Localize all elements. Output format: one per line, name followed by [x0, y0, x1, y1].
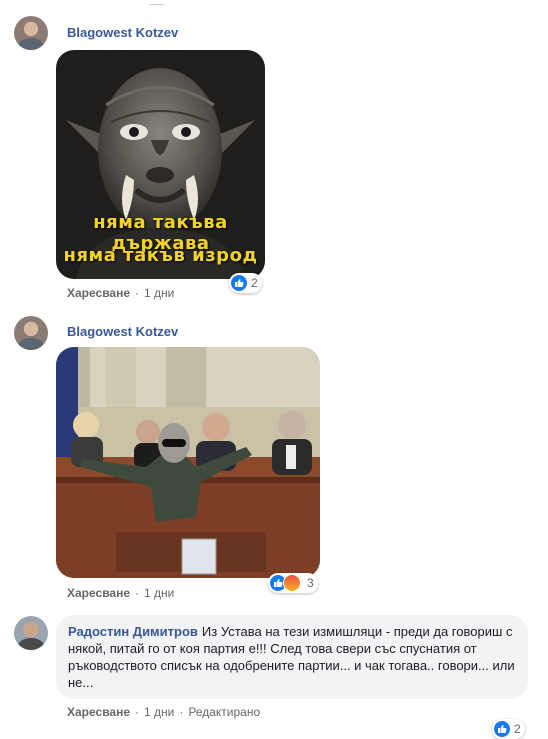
separator-dot: · — [179, 705, 184, 719]
avatar[interactable] — [14, 616, 48, 650]
timestamp[interactable]: 1 дни — [144, 586, 174, 600]
like-icon — [494, 721, 510, 737]
comment-image-ogre[interactable]: няма такъва държава няма такъв изрод — [56, 50, 265, 279]
separator-dot: · — [135, 286, 140, 300]
angry-icon — [283, 574, 301, 592]
comment-actions: Харесване · 1 дни · Редактирано — [67, 705, 260, 719]
timestamp[interactable]: 1 дни — [144, 286, 174, 300]
comment-bubble: Радостин Димитров Из Устава на тези измиш… — [56, 615, 528, 699]
like-button[interactable]: Харесване — [67, 586, 130, 600]
reaction-count: 2 — [514, 722, 521, 736]
edited-label[interactable]: Редактирано — [188, 705, 260, 719]
reaction-summary[interactable]: 3 — [268, 573, 318, 593]
previous-item-fragment — [150, 0, 164, 5]
reaction-count: 2 — [251, 276, 258, 290]
like-button[interactable]: Харесване — [67, 286, 130, 300]
like-icon — [231, 275, 247, 291]
comment-author[interactable]: Blagowest Kotzev — [67, 25, 178, 40]
comment-actions: Харесване · 1 дни — [67, 286, 174, 300]
avatar[interactable] — [14, 316, 48, 350]
timestamp[interactable]: 1 дни — [144, 705, 174, 719]
separator-dot: · — [135, 586, 140, 600]
avatar[interactable] — [14, 16, 48, 50]
comment-actions: Харесване · 1 дни — [67, 586, 174, 600]
reaction-summary[interactable]: 2 — [229, 273, 262, 293]
parliament-photo — [56, 347, 320, 578]
separator-dot: · — [135, 705, 140, 719]
reaction-summary[interactable]: 2 — [492, 719, 525, 739]
comment-author[interactable]: Blagowest Kotzev — [67, 324, 178, 339]
like-button[interactable]: Харесване — [67, 705, 130, 719]
image-caption-line-2: няма такъв изрод — [63, 245, 258, 266]
comment-image-parliament[interactable] — [56, 347, 320, 578]
reaction-count: 3 — [307, 576, 314, 590]
comment-author[interactable]: Радостин Димитров — [68, 624, 198, 639]
